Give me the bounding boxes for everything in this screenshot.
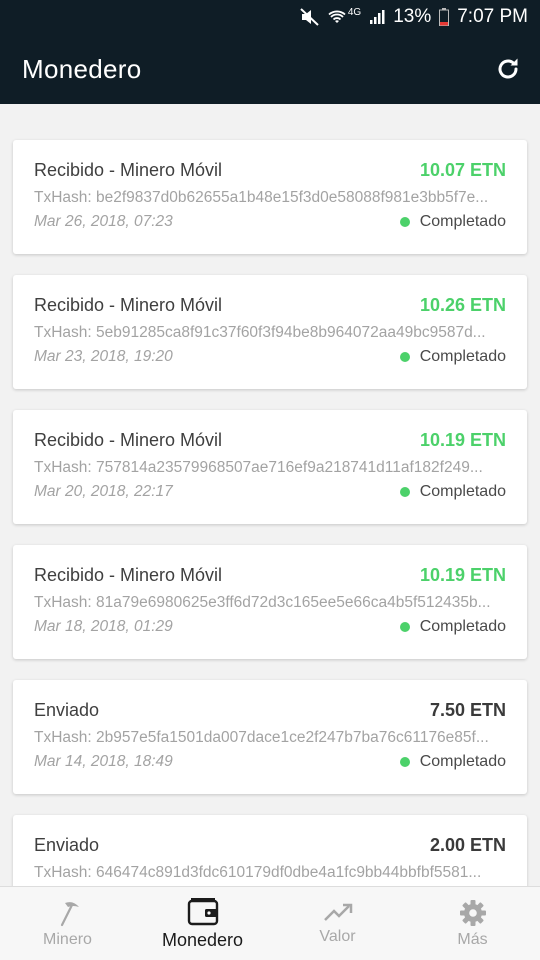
status-label: Completado xyxy=(419,618,506,635)
transaction-amount: 7.50 ETN xyxy=(429,700,506,720)
wifi-icon xyxy=(328,8,346,26)
status-label: Completado xyxy=(419,483,506,500)
transaction-date: Mar 26, 2018, 07:23 xyxy=(34,213,173,230)
transaction-date: Mar 18, 2018, 01:29 xyxy=(34,618,173,635)
status-time: 7:07 PM xyxy=(457,6,528,27)
battery-percent: 13% xyxy=(393,6,432,27)
transaction-card[interactable]: Recibido - Minero Móvil 10.19 ETN TxHash… xyxy=(13,545,527,659)
transaction-title: Recibido - Minero Móvil xyxy=(34,430,223,450)
transaction-amount: 10.19 ETN xyxy=(419,430,506,450)
gear-icon xyxy=(459,899,486,926)
wallet-icon xyxy=(187,898,218,926)
status-label: Completado xyxy=(419,213,506,230)
transaction-date: Mar 23, 2018, 19:20 xyxy=(34,348,173,365)
transaction-hash: TxHash: 5eb91285ca8f91c37f60f3f94be8b964… xyxy=(34,324,486,341)
status-label: Completado xyxy=(419,753,506,770)
transaction-card[interactable]: Recibido - Minero Móvil 10.07 ETN TxHash… xyxy=(13,140,527,254)
transaction-date: Mar 20, 2018, 22:17 xyxy=(34,483,173,500)
transaction-title: Enviado xyxy=(34,835,100,855)
transaction-date: Mar 14, 2018, 18:49 xyxy=(34,753,173,770)
transaction-card[interactable]: Recibido - Minero Móvil 10.19 ETN TxHash… xyxy=(13,410,527,524)
page-title: Monedero xyxy=(22,53,142,84)
nav-label: Minero xyxy=(43,930,92,948)
status-dot xyxy=(399,217,410,227)
status-dot xyxy=(399,352,410,362)
transaction-hash: TxHash: 2b957e5fa1501da007dace1ce2f247b7… xyxy=(34,729,489,746)
status-badge: Completado xyxy=(399,213,506,231)
transaction-card[interactable]: Recibido - Minero Móvil 10.26 ETN TxHash… xyxy=(13,275,527,389)
status-label: Completado xyxy=(419,348,506,365)
status-dot xyxy=(399,622,410,632)
nav-label: Valor xyxy=(319,927,356,945)
bottom-nav: Minero Monedero Valor Más xyxy=(0,886,540,960)
nav-item-monedero[interactable]: Monedero xyxy=(135,887,270,960)
pickaxe-icon xyxy=(60,901,79,926)
nav-item-mas[interactable]: Más xyxy=(405,887,540,960)
refresh-icon xyxy=(498,58,518,79)
status-bar: 4G 13% 7:07 PM xyxy=(0,0,540,34)
network-type: 4G xyxy=(347,6,362,18)
refresh-button[interactable] xyxy=(492,53,524,85)
transaction-card[interactable]: Enviado 7.50 ETN TxHash: 2b957e5fa1501da… xyxy=(13,680,527,794)
transaction-hash: TxHash: 646474c891d3fdc610179df0dbe4a1fc… xyxy=(34,864,482,881)
status-badge: Completado xyxy=(399,753,506,771)
status-badge: Completado xyxy=(399,348,506,366)
transaction-amount: 2.00 ETN xyxy=(429,835,506,855)
status-dot xyxy=(399,487,410,497)
nav-item-minero[interactable]: Minero xyxy=(0,887,135,960)
transaction-title: Recibido - Minero Móvil xyxy=(34,160,223,180)
transaction-amount: 10.07 ETN xyxy=(419,160,506,180)
trending-up-icon xyxy=(323,903,352,921)
nav-item-valor[interactable]: Valor xyxy=(270,887,405,960)
transaction-hash: TxHash: 81a79e6980625e3ff6d72d3c165ee5e6… xyxy=(34,594,491,611)
transaction-hash: TxHash: be2f9837d0b62655a1b48e15f3d0e580… xyxy=(34,189,489,206)
transaction-title: Enviado xyxy=(34,700,100,720)
transaction-card[interactable]: Enviado 2.00 ETN TxHash: 646474c891d3fdc… xyxy=(13,815,527,886)
transaction-title: Recibido - Minero Móvil xyxy=(34,295,223,315)
transaction-hash: TxHash: 757814a23579968507ae716ef9a21874… xyxy=(34,459,483,476)
mute-icon xyxy=(300,8,320,26)
status-badge: Completado xyxy=(399,483,506,501)
nav-label: Monedero xyxy=(161,930,244,950)
status-badge: Completado xyxy=(399,618,506,636)
app-bar: Monedero xyxy=(0,34,540,104)
signal-icon xyxy=(369,9,385,25)
transaction-amount: 10.26 ETN xyxy=(419,295,506,315)
transaction-title: Recibido - Minero Móvil xyxy=(34,565,223,585)
battery-icon xyxy=(439,8,450,26)
transaction-amount: 10.19 ETN xyxy=(419,565,506,585)
nav-label: Más xyxy=(457,930,488,948)
status-dot xyxy=(399,757,410,767)
transaction-list[interactable]: Recibido - Minero Móvil 10.07 ETN TxHash… xyxy=(0,104,540,886)
